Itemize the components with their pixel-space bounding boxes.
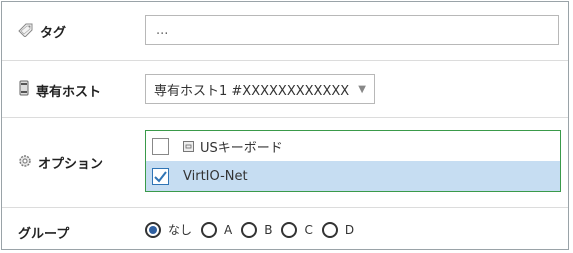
group-label-text: グループ [18,227,70,242]
radio-selected-dot [149,225,157,234]
group-option-a-label: A [224,222,233,237]
settings-form: タグ ... 専有ホスト 専有ホスト1 #XXXXXXXXXXXX ▼ オプショ… [1,1,569,250]
group-option-d-label: D [344,222,355,237]
tag-input[interactable]: ... [145,15,559,45]
dedicated-host-label: 専有ホスト [18,80,101,100]
virtio-net-label: VirtIO-Net [183,168,248,184]
option-virtio-net[interactable]: VirtIO-Net [146,161,560,191]
radio-a[interactable] [201,221,218,238]
dedicated-host-label-text: 専有ホスト [36,84,102,100]
chevron-down-icon: ▼ [358,83,366,95]
virtio-net-checkbox[interactable] [152,167,169,185]
tag-row: タグ ... [2,2,568,61]
gear-icon [18,154,32,172]
checkmark-icon [154,170,167,183]
tag-label: タグ [18,22,66,41]
group-option-none-label: なし [168,223,193,237]
dedicated-host-value: 専有ホスト1 #XXXXXXXXXXXX [154,83,350,99]
group-option-a[interactable]: A [201,221,233,238]
options-row: オプション USキーボード VirtIO-Net [2,118,568,208]
options-label-text: オプション [38,157,104,172]
dedicated-host-select[interactable]: 専有ホスト1 #XXXXXXXXXXXX ▼ [145,74,375,104]
group-option-c-label: C [304,222,313,237]
tag-icon [18,23,34,41]
radio-d[interactable] [321,221,338,238]
group-option-d[interactable]: D [321,221,355,238]
option-us-keyboard[interactable]: USキーボード [146,131,560,161]
group-row: グループ なし A B C D [2,208,568,251]
group-option-none[interactable]: なし [145,221,192,238]
group-option-b[interactable]: B [241,221,273,238]
radio-b[interactable] [241,221,258,238]
radio-none[interactable] [145,221,161,238]
group-radio-group: なし A B C D [145,221,363,238]
dedicated-host-row: 専有ホスト 専有ホスト1 #XXXXXXXXXXXX ▼ [2,61,568,118]
radio-c[interactable] [281,221,298,238]
us-keyboard-checkbox[interactable] [152,137,169,155]
server-icon [18,80,30,100]
options-label: オプション [18,153,103,172]
group-option-c[interactable]: C [281,221,313,238]
us-keyboard-label: USキーボード [200,140,283,156]
options-list: USキーボード VirtIO-Net [145,130,561,192]
keyboard-icon [183,140,194,152]
group-label: グループ [18,223,69,242]
group-option-b-label: B [264,222,273,237]
tag-label-text: タグ [40,26,67,41]
tag-input-placeholder: ... [156,22,169,38]
